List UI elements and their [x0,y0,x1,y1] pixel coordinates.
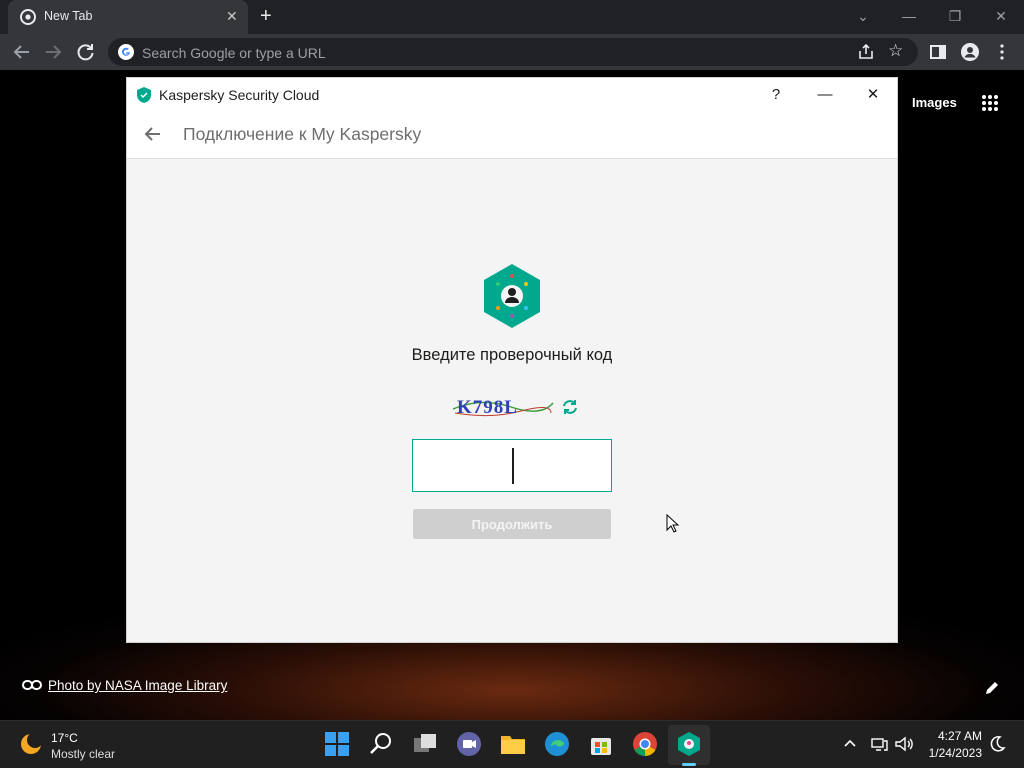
start-icon[interactable] [322,729,352,759]
forward-arrow-icon[interactable] [42,42,64,62]
tab-search-icon[interactable]: ⌄ [852,6,874,26]
share-icon[interactable] [857,43,875,61]
page-title: Подключение к My Kaspersky [183,124,422,144]
focus-assist-moon-icon[interactable] [988,735,1006,753]
kaspersky-shield-icon [137,87,151,103]
minimize-icon[interactable]: — [898,6,920,26]
kaspersky-window: Kaspersky Security Cloud ? — ✕ Подключен… [126,77,898,643]
store-icon[interactable] [586,729,616,759]
kaspersky-window-title: Kaspersky Security Cloud [159,87,320,103]
menu-kebab-icon[interactable] [992,42,1012,62]
verification-prompt: Введите проверочный код [411,346,613,364]
photo-credit-link[interactable]: Photo by NASA Image Library [48,678,227,693]
kaspersky-titlebar: Kaspersky Security Cloud ? — ✕ [127,78,897,113]
text-caret [512,448,514,484]
address-bar[interactable]: Search Google or type a URL ☆ [108,38,918,66]
back-arrow-icon[interactable] [11,42,33,62]
captcha-image: K798L [451,391,555,421]
restore-icon[interactable]: ❐ [944,6,966,26]
google-apps-icon[interactable] [981,94,999,112]
active-app-indicator [682,763,696,766]
show-hidden-icons-chevron-icon[interactable] [842,735,858,751]
continue-button[interactable]: Продолжить [413,509,611,539]
weather-moon-icon[interactable] [18,731,44,757]
windows-taskbar: 17°C Mostly clear 4:27 AM 1/24/2023 [0,720,1024,768]
side-panel-icon[interactable] [928,42,948,62]
clock-date[interactable]: 1/24/2023 [920,746,982,760]
omnibox-placeholder: Search Google or type a URL [142,45,326,61]
google-g-icon [118,44,134,60]
kaspersky-header: Подключение к My Kaspersky [127,113,897,159]
captcha-text: K798L [457,397,518,418]
images-link[interactable]: Images [912,95,957,110]
tab-title: New Tab [44,9,93,23]
back-arrow-icon[interactable] [143,124,163,144]
file-explorer-icon[interactable] [498,729,528,759]
chrome-tab-bar: New Tab ✕ + ⌄ — ❐ ✕ [0,0,1024,34]
customize-pencil-icon[interactable] [984,680,1000,696]
link-icon [22,680,42,690]
close-window-icon[interactable]: ✕ [990,6,1012,26]
task-view-icon[interactable] [410,729,440,759]
tab-close-icon[interactable]: ✕ [226,7,238,25]
weather-description: Mostly clear [51,747,116,761]
volume-icon[interactable] [894,735,914,753]
chrome-icon[interactable] [630,729,660,759]
new-tab-button[interactable]: + [260,6,272,26]
edge-icon[interactable] [542,729,572,759]
kaspersky-icon[interactable] [674,729,704,759]
network-icon[interactable] [870,735,888,753]
bookmark-star-icon[interactable]: ☆ [888,41,903,61]
tab-new-tab[interactable]: New Tab ✕ [8,0,248,34]
refresh-captcha-icon[interactable] [561,398,579,416]
minimize-button[interactable]: — [813,84,837,106]
weather-temperature: 17°C [51,731,78,745]
search-icon[interactable] [366,729,396,759]
mouse-cursor-icon [666,514,680,533]
clock-time[interactable]: 4:27 AM [920,729,982,743]
chrome-toolbar: Search Google or type a URL ☆ [0,34,1024,70]
chat-icon[interactable] [454,729,484,759]
close-button[interactable]: ✕ [861,84,885,106]
profile-icon[interactable] [960,42,980,62]
my-kaspersky-account-icon [484,264,540,328]
chrome-favicon-icon [20,9,36,25]
help-button[interactable]: ? [764,84,788,106]
reload-icon[interactable] [75,42,97,62]
